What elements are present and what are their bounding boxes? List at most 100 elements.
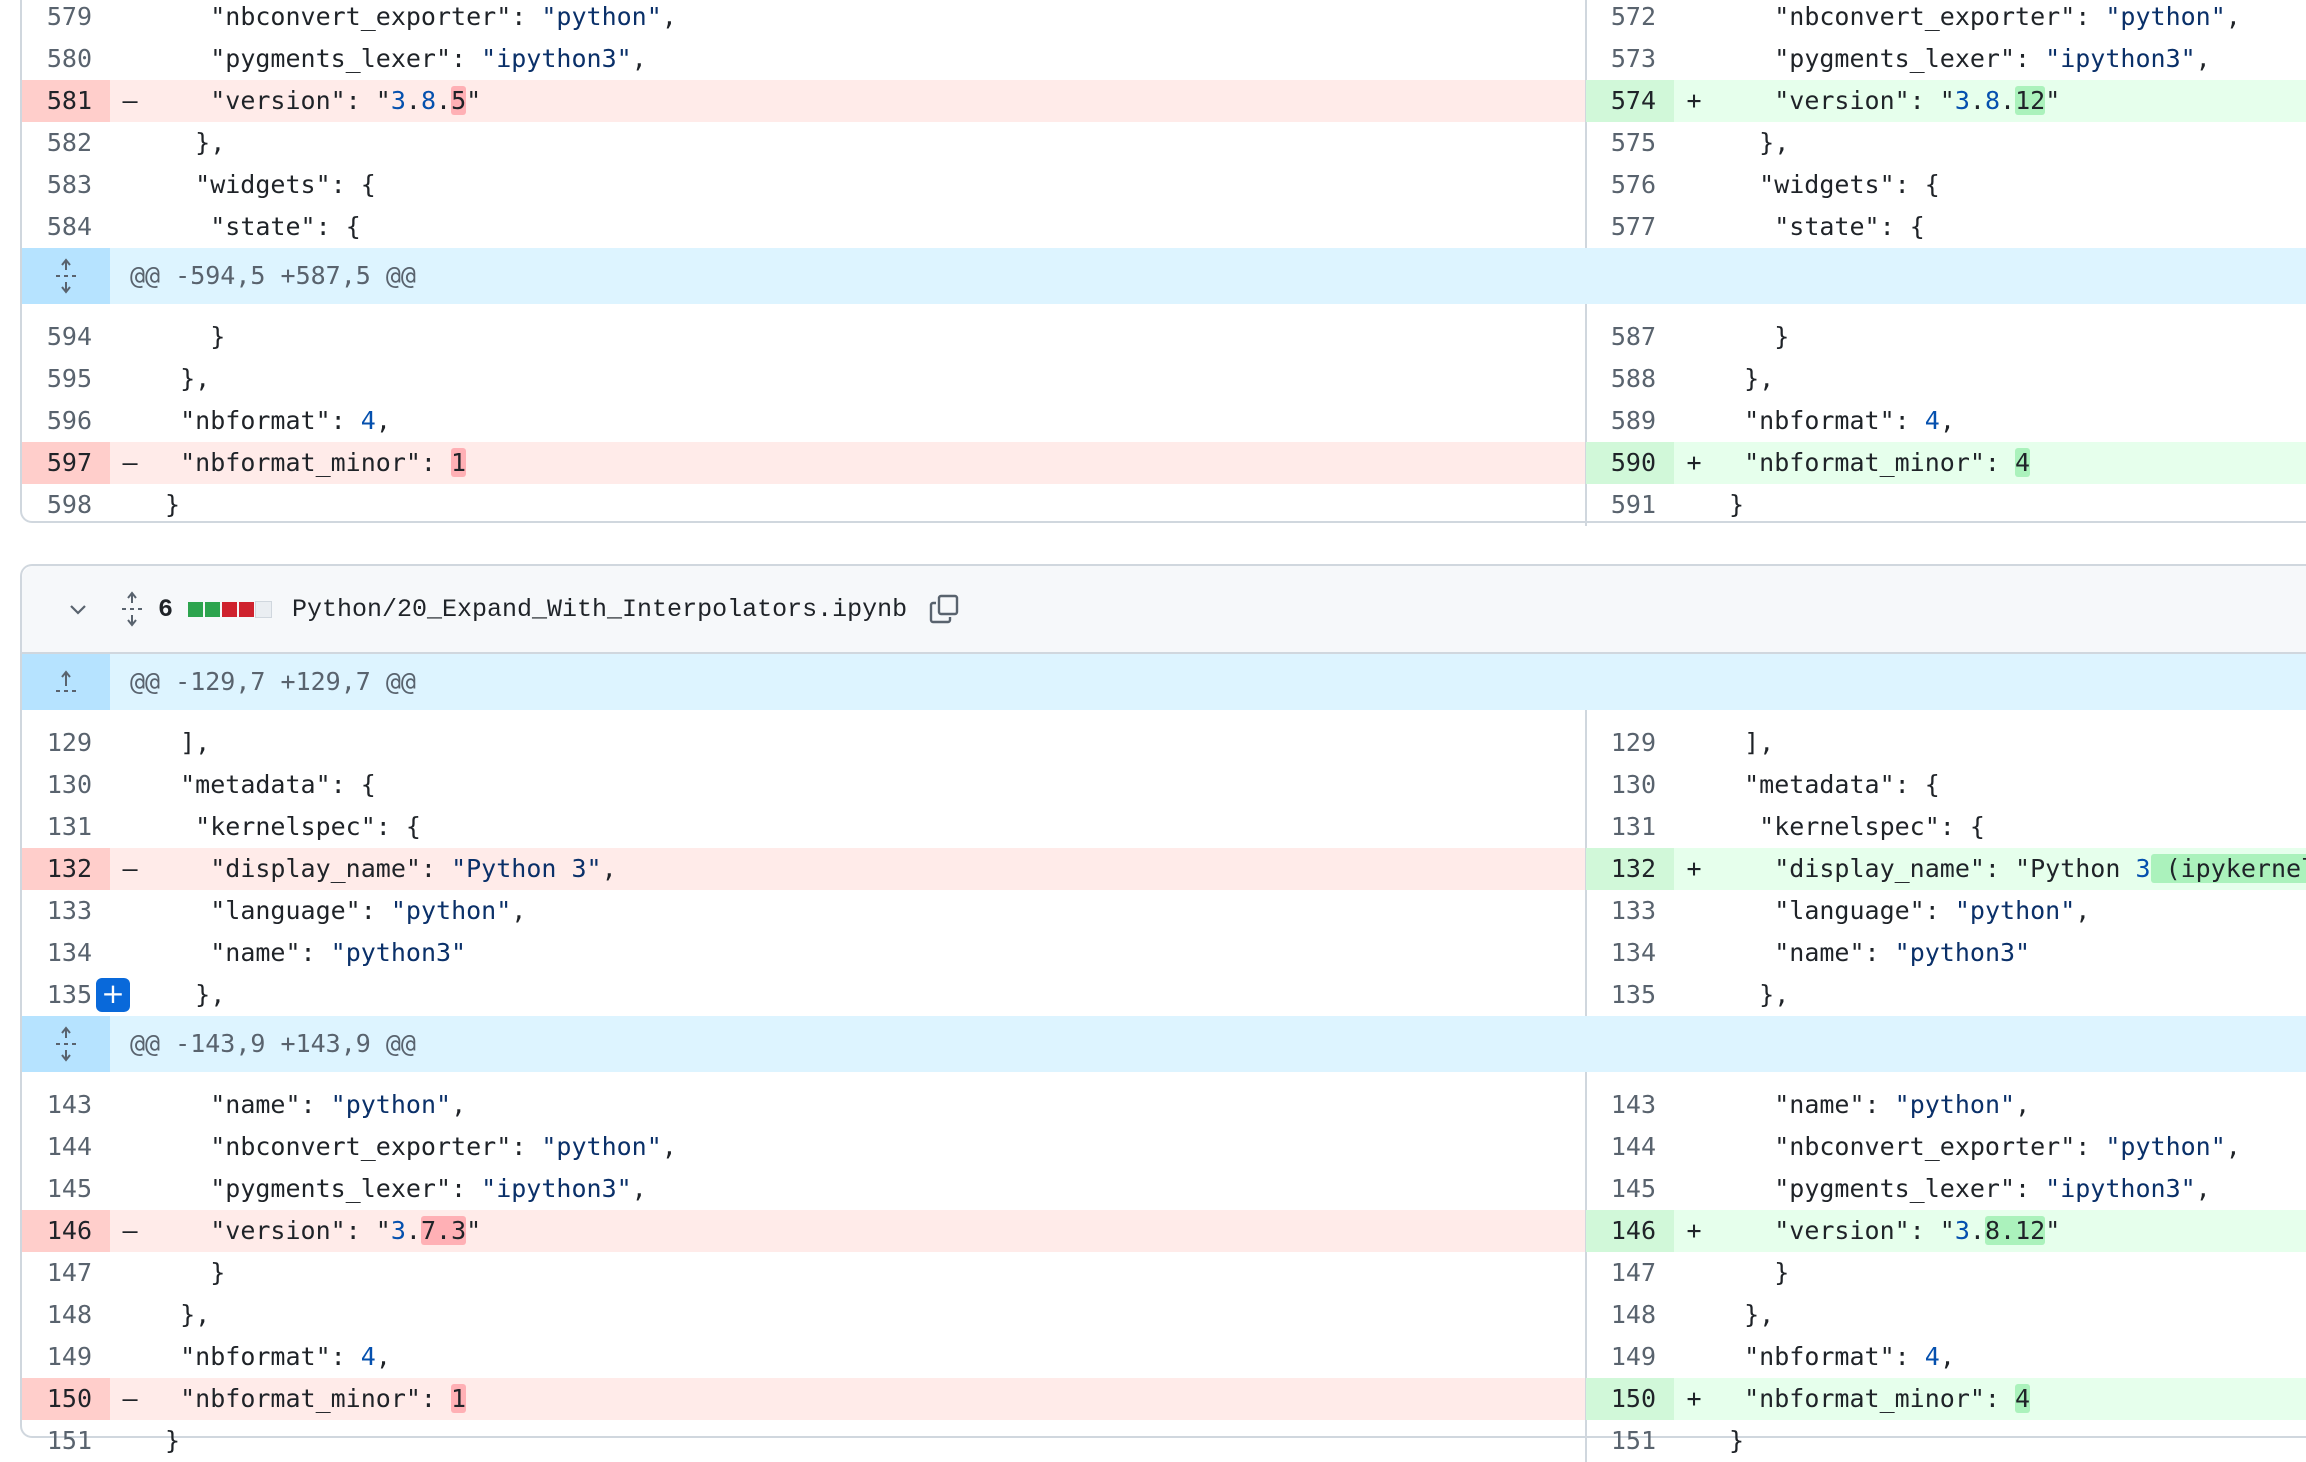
- old-line-number[interactable]: 146: [22, 1210, 110, 1252]
- old-line-number[interactable]: 130: [22, 764, 110, 806]
- hunk-range: @@ -594,5 +587,5 @@: [130, 261, 416, 290]
- context-line-row: 580 "pygments_lexer": "ipython3", 573 "py…: [22, 38, 2306, 80]
- code-text: "widgets": {: [1759, 170, 1940, 199]
- old-line-number[interactable]: 579: [22, 0, 110, 38]
- context-line-row: 135 }, 135 }, +: [22, 974, 2306, 1016]
- old-line-number[interactable]: 598: [22, 484, 110, 526]
- old-code-cell: – "nbformat_minor": 1: [110, 1378, 1586, 1420]
- collapse-chevron-icon[interactable]: [58, 566, 98, 652]
- code-text: "nbformat": 4,: [1744, 406, 1955, 435]
- new-line-number[interactable]: 143: [1586, 1084, 1674, 1126]
- new-line-number[interactable]: 134: [1586, 932, 1674, 974]
- old-line-number[interactable]: 144: [22, 1126, 110, 1168]
- new-line-number[interactable]: 590: [1586, 442, 1674, 484]
- changed-line-row: 597– "nbformat_minor": 1 590 + "nbformat_m…: [22, 442, 2306, 484]
- new-code-cell: "metadata": {: [1674, 764, 2306, 806]
- old-line-number[interactable]: 147: [22, 1252, 110, 1294]
- old-line-number[interactable]: 597: [22, 442, 110, 484]
- old-code-cell: – "display_name": "Python 3",: [110, 848, 1586, 890]
- new-line-number[interactable]: 145: [1586, 1168, 1674, 1210]
- old-code-cell: }: [110, 1420, 1586, 1462]
- old-line-number[interactable]: 149: [22, 1336, 110, 1378]
- deletion-marker: –: [122, 448, 138, 477]
- diffstat-block-del: [239, 601, 254, 617]
- code-text: "name": "python3": [210, 938, 467, 967]
- context-line-row: 148 }, 148 },: [22, 1294, 2306, 1336]
- new-line-number[interactable]: 591: [1586, 484, 1674, 526]
- new-line-number[interactable]: 146: [1586, 1210, 1674, 1252]
- old-line-number[interactable]: 151: [22, 1420, 110, 1462]
- new-line-number[interactable]: 151: [1586, 1420, 1674, 1462]
- new-line-number[interactable]: 144: [1586, 1126, 1674, 1168]
- new-line-number[interactable]: 589: [1586, 400, 1674, 442]
- expand-up-icon[interactable]: [22, 654, 110, 710]
- expand-both-icon[interactable]: [22, 1016, 110, 1072]
- old-line-number[interactable]: 143: [22, 1084, 110, 1126]
- context-line-row: 134 "name": "python3" 134 "name": "python…: [22, 932, 2306, 974]
- new-line-number[interactable]: 149: [1586, 1336, 1674, 1378]
- addition-marker: +: [1686, 854, 1702, 883]
- code-text: "kernelspec": {: [195, 812, 421, 841]
- old-line-number[interactable]: 133: [22, 890, 110, 932]
- diff-rows: 594 } 587 } 595 }, 588 }, 596 "nbformat": 4,…: [22, 316, 2306, 526]
- code-text: "pygments_lexer": "ipython3",: [1774, 1174, 2211, 1203]
- new-line-number[interactable]: 575: [1586, 122, 1674, 164]
- new-line-number[interactable]: 150: [1586, 1378, 1674, 1420]
- old-line-number[interactable]: 596: [22, 400, 110, 442]
- old-code-cell: "kernelspec": {: [110, 806, 1586, 848]
- deletion-marker: –: [122, 1384, 138, 1413]
- new-line-number[interactable]: 132: [1586, 848, 1674, 890]
- new-line-number[interactable]: 588: [1586, 358, 1674, 400]
- expand-both-icon[interactable]: [22, 248, 110, 304]
- diff-rows: 129 ], 129 ], 130 "metadata": {130 "metada…: [22, 722, 2306, 1016]
- new-line-number[interactable]: 131: [1586, 806, 1674, 848]
- add-comment-button[interactable]: +: [96, 978, 130, 1012]
- old-line-number[interactable]: 134: [22, 932, 110, 974]
- new-line-number[interactable]: 129: [1586, 722, 1674, 764]
- new-line-number[interactable]: 147: [1586, 1252, 1674, 1294]
- new-line-number[interactable]: 130: [1586, 764, 1674, 806]
- old-line-number[interactable]: 129: [22, 722, 110, 764]
- new-line-number[interactable]: 587: [1586, 316, 1674, 358]
- context-line-row: 131 "kernelspec": {131 "kernelspec": {: [22, 806, 2306, 848]
- copy-icon[interactable]: [924, 566, 964, 652]
- diff-file-previous: 579 "nbconvert_exporter": "python", 572 "…: [20, 0, 2306, 526]
- old-line-number[interactable]: 580: [22, 38, 110, 80]
- file-header: 6 Python/20_Expand_With_Interpolators.ip…: [22, 566, 2306, 654]
- new-code-cell: + "version": "3.8.12": [1674, 1210, 2306, 1252]
- new-code-cell: "nbconvert_exporter": "python",: [1674, 1126, 2306, 1168]
- new-line-number[interactable]: 133: [1586, 890, 1674, 932]
- old-line-number[interactable]: 132: [22, 848, 110, 890]
- code-text: ": [466, 1216, 482, 1245]
- old-code-cell: }: [110, 484, 1586, 526]
- old-line-number[interactable]: 581: [22, 80, 110, 122]
- new-line-number[interactable]: 135: [1586, 974, 1674, 1016]
- code-text: }: [1714, 1426, 1745, 1455]
- new-code-cell: "name": "python3": [1674, 932, 2306, 974]
- file-name[interactable]: Python/20_Expand_With_Interpolators.ipyn…: [292, 566, 907, 652]
- new-line-number[interactable]: 573: [1586, 38, 1674, 80]
- new-line-number[interactable]: 574: [1586, 80, 1674, 122]
- code-text: },: [1714, 128, 1790, 157]
- new-line-number[interactable]: 148: [1586, 1294, 1674, 1336]
- old-line-number[interactable]: 148: [22, 1294, 110, 1336]
- expand-all-icon[interactable]: [112, 566, 152, 652]
- code-text: "state": {: [210, 212, 361, 241]
- old-line-number[interactable]: 595: [22, 358, 110, 400]
- old-line-number[interactable]: 150: [22, 1378, 110, 1420]
- old-line-number[interactable]: 594: [22, 316, 110, 358]
- new-line-number[interactable]: 576: [1586, 164, 1674, 206]
- old-code-cell: },: [110, 1294, 1586, 1336]
- changed-line-row: 150– "nbformat_minor": 1 150 + "nbformat_m…: [22, 1378, 2306, 1420]
- context-line-row: 143 "name": "python", 143 "name": "python…: [22, 1084, 2306, 1126]
- old-line-number[interactable]: 145: [22, 1168, 110, 1210]
- new-line-number[interactable]: 572: [1586, 0, 1674, 38]
- old-line-number[interactable]: 131: [22, 806, 110, 848]
- addition-marker: +: [1686, 86, 1702, 115]
- code-text: },: [150, 1300, 211, 1329]
- old-line-number[interactable]: 583: [22, 164, 110, 206]
- new-line-number[interactable]: 577: [1586, 206, 1674, 248]
- code-text: "name": "python3": [1774, 938, 2031, 967]
- old-line-number[interactable]: 582: [22, 122, 110, 164]
- old-line-number[interactable]: 584: [22, 206, 110, 248]
